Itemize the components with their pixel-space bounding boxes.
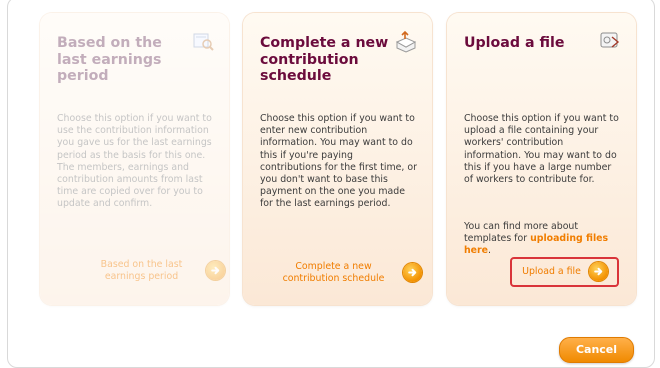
templates-info: You can find more about templates for up…	[464, 221, 621, 258]
card-description: Choose this option if you want to enter …	[260, 113, 417, 210]
arrow-right-icon	[403, 263, 422, 282]
option-card-new-schedule: Complete a new contribution schedule Cho…	[243, 13, 432, 305]
card-title: Complete a new contribution schedule	[260, 35, 389, 84]
option-card-upload-file: Upload a file Choose this option if you …	[447, 13, 636, 305]
new-schedule-button[interactable]: Complete a new contribution schedule	[272, 261, 422, 284]
arrow-right-icon	[588, 262, 608, 281]
card-title: Based on the last earnings period	[57, 35, 162, 84]
new-schedule-icon	[394, 29, 418, 53]
document-search-icon	[191, 29, 215, 53]
arrow-right-icon	[206, 261, 225, 280]
action-label: Complete a new contribution schedule	[282, 261, 385, 284]
action-label: Based on the last earnings period	[100, 259, 183, 282]
action-label: Upload a file	[522, 265, 581, 277]
card-description: Choose this option if you want to use th…	[57, 113, 212, 210]
upload-file-button[interactable]: Upload a file	[517, 262, 613, 281]
cancel-button[interactable]: Cancel	[559, 337, 634, 363]
card-description: Choose this option if you want to upload…	[464, 113, 619, 186]
upload-file-icon	[598, 29, 622, 53]
card-title: Upload a file	[464, 35, 565, 51]
last-period-action: Based on the last earnings period	[85, 259, 225, 282]
templates-suffix: .	[488, 245, 491, 257]
option-card-last-period: Based on the last earnings period Choose…	[40, 13, 229, 305]
